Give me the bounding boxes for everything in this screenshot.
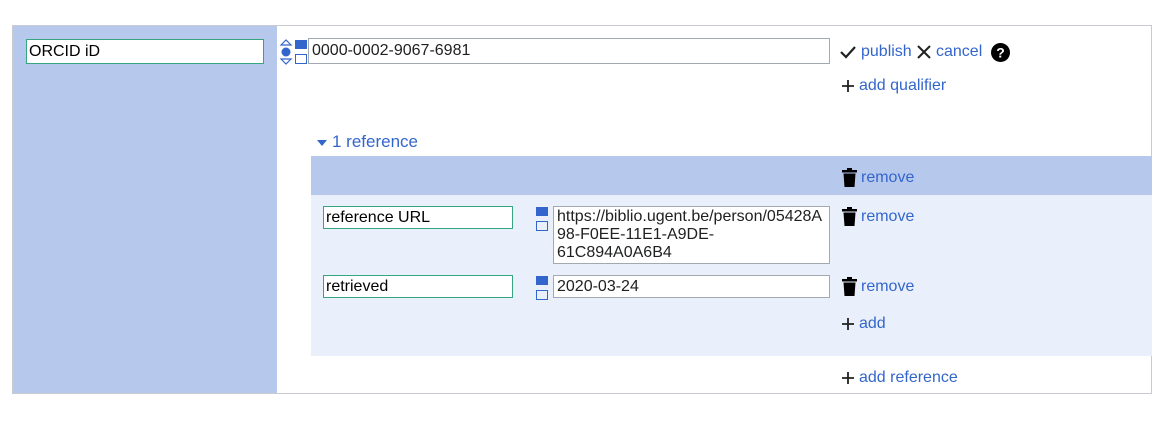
- references-toggle-label: 1 reference: [332, 132, 418, 151]
- add-reference-button[interactable]: add reference: [841, 369, 958, 387]
- references-toggle[interactable]: 1 reference: [317, 132, 418, 152]
- help-icon[interactable]: ?: [991, 43, 1010, 62]
- remove-snak-label: remove: [861, 277, 915, 295]
- snak-type-icon[interactable]: [294, 39, 308, 65]
- remove-snak-button[interactable]: remove: [842, 277, 914, 296]
- trash-icon: [842, 207, 857, 226]
- add-qualifier-label: add qualifier: [859, 77, 947, 94]
- publish-label: publish: [861, 43, 912, 60]
- reference-property-input[interactable]: [323, 206, 513, 229]
- trash-icon: [842, 168, 857, 187]
- property-input[interactable]: [26, 39, 264, 64]
- svg-text:?: ?: [996, 45, 1005, 61]
- plus-icon: [841, 371, 855, 385]
- trash-icon: [842, 277, 857, 296]
- checkmark-icon: [839, 44, 857, 60]
- remove-snak-label: remove: [861, 207, 915, 225]
- remove-reference-button[interactable]: remove: [842, 168, 914, 187]
- property-column: [13, 26, 277, 393]
- add-qualifier-button[interactable]: add qualifier: [841, 77, 946, 95]
- plus-icon: [841, 79, 855, 93]
- plus-icon: [841, 317, 855, 331]
- retrieved-value-input[interactable]: [553, 275, 830, 298]
- cancel-button[interactable]: cancel: [916, 43, 982, 61]
- publish-button[interactable]: publish: [839, 43, 912, 61]
- statement-group: publish cancel ? add qualifier 1 referen…: [12, 25, 1152, 394]
- close-icon: [916, 44, 932, 60]
- reference-header: [311, 156, 1152, 195]
- triangle-down-icon: [317, 132, 327, 152]
- add-snak-label: add: [859, 315, 886, 332]
- snak-type-icon[interactable]: [535, 275, 549, 301]
- add-reference-label: add reference: [859, 369, 958, 386]
- reference-url-value-input[interactable]: https://biblio.ugent.be/person/05428A98-…: [553, 206, 830, 264]
- snak-type-icon[interactable]: [535, 206, 549, 232]
- reference-property-input[interactable]: [323, 275, 513, 298]
- remove-reference-label: remove: [861, 168, 915, 186]
- remove-snak-button[interactable]: remove: [842, 207, 914, 226]
- main-value-input[interactable]: [308, 38, 830, 64]
- add-snak-button[interactable]: add: [841, 315, 886, 333]
- rank-normal-icon[interactable]: [279, 39, 293, 65]
- cancel-label: cancel: [936, 43, 983, 60]
